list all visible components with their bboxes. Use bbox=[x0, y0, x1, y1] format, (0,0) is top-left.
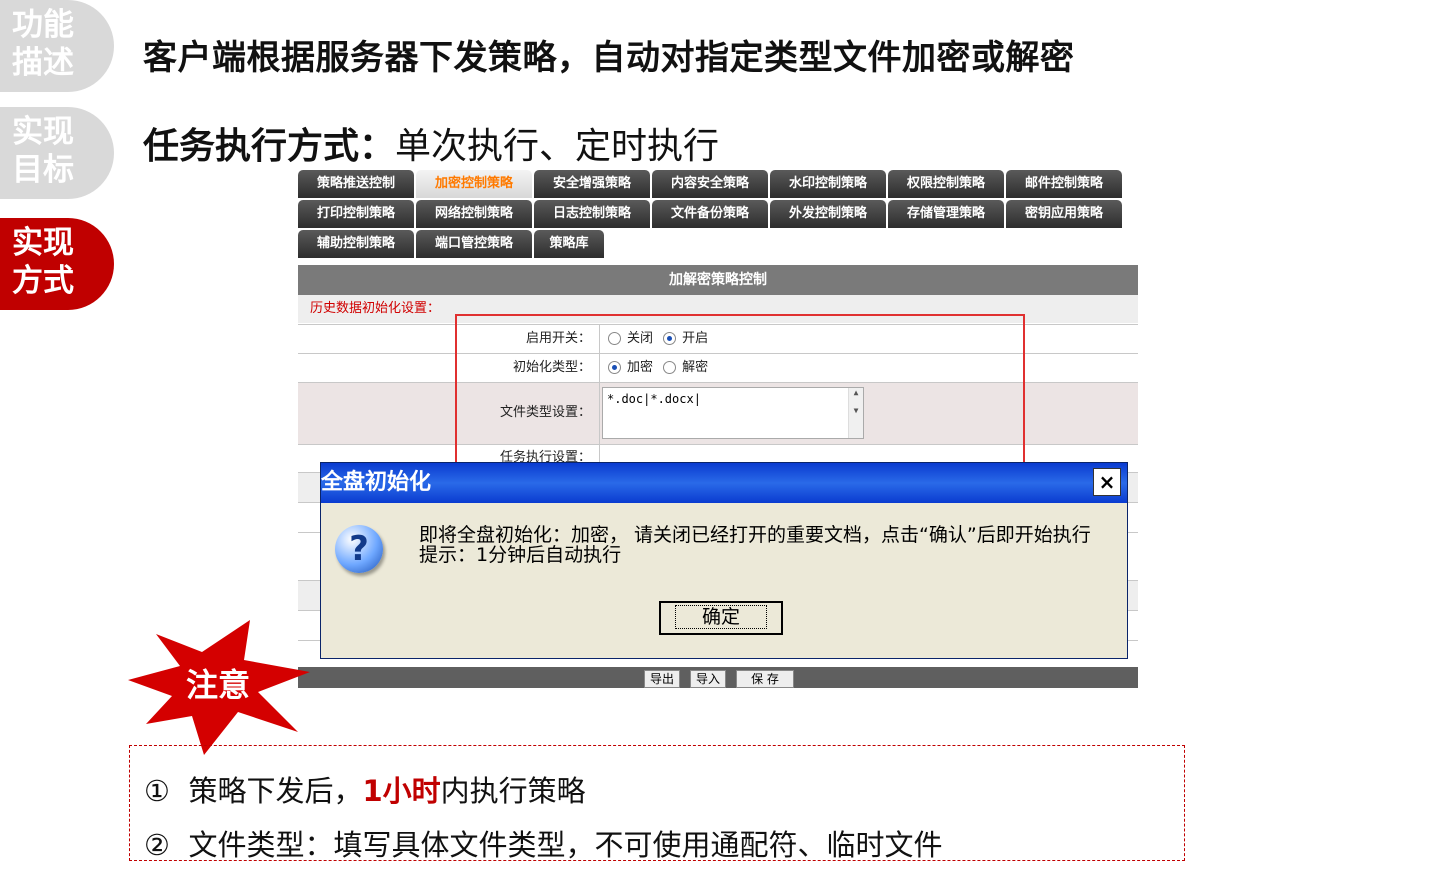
note-text: 文件类型：填写具体文件类型，不可使用通配符、临时文件 bbox=[188, 828, 943, 862]
side-tab-goal[interactable]: 实现 目标 bbox=[0, 107, 114, 199]
tab-policy-lib[interactable]: 策略库 bbox=[534, 230, 604, 258]
side-tab-label: 实现 bbox=[12, 114, 74, 150]
tab-network[interactable]: 网络控制策略 bbox=[416, 200, 532, 228]
export-button[interactable]: 导出 bbox=[644, 670, 680, 688]
side-tab-label: 目标 bbox=[12, 152, 74, 188]
tab-auxiliary[interactable]: 辅助控制策略 bbox=[298, 230, 414, 258]
highlight-box bbox=[455, 314, 1025, 469]
tab-mail[interactable]: 邮件控制策略 bbox=[1006, 170, 1122, 198]
note-text: 策略下发后， bbox=[188, 774, 363, 808]
tab-log[interactable]: 日志控制策略 bbox=[534, 200, 650, 228]
tab-print[interactable]: 打印控制策略 bbox=[298, 200, 414, 228]
note-num: ① bbox=[144, 774, 170, 808]
side-tab-function[interactable]: 功能 描述 bbox=[0, 0, 114, 92]
side-tab-label: 方式 bbox=[12, 263, 74, 299]
note-num: ② bbox=[144, 828, 170, 862]
tab-row-2: 打印控制策略 网络控制策略 日志控制策略 文件备份策略 外发控制策略 存储管理策… bbox=[298, 200, 1122, 228]
dialog-title: 全盘初始化 bbox=[321, 463, 1127, 503]
dialog-message-line1: 即将全盘初始化：加密， 请关闭已经打开的重要文档，点击“确认”后即开始执行 bbox=[419, 524, 1091, 546]
panel-title: 加解密策略控制 bbox=[298, 265, 1138, 295]
dialog-message-line2: 提示：1分钟后自动执行 bbox=[419, 544, 622, 566]
exec-mode-label: 任务执行方式： bbox=[143, 126, 396, 167]
side-tab-method[interactable]: 实现 方式 bbox=[0, 218, 114, 310]
side-tab-label: 实现 bbox=[12, 225, 74, 261]
tab-key-apply[interactable]: 密钥应用策略 bbox=[1006, 200, 1122, 228]
note-highlight: 1小时 bbox=[362, 774, 441, 808]
tab-permission[interactable]: 权限控制策略 bbox=[888, 170, 1004, 198]
page-title: 客户端根据服务器下发策略，自动对指定类型文件加密或解密 bbox=[143, 38, 1075, 78]
note-box: ① 策略下发后，1小时内执行策略 ② 文件类型：填写具体文件类型，不可使用通配符… bbox=[129, 745, 1185, 864]
tab-watermark[interactable]: 水印控制策略 bbox=[770, 170, 886, 198]
tab-outbound[interactable]: 外发控制策略 bbox=[770, 200, 886, 228]
tab-row-1: 策略推送控制 加密控制策略 安全增强策略 内容安全策略 水印控制策略 权限控制策… bbox=[298, 170, 1122, 198]
ok-button[interactable]: 确定 bbox=[659, 601, 783, 635]
action-bar: 导出 导入 保 存 bbox=[298, 667, 1138, 688]
note-badge-label: 注意 bbox=[186, 667, 250, 703]
tab-encrypt-control[interactable]: 加密控制策略 bbox=[416, 170, 532, 198]
note-item-2: ② 文件类型：填写具体文件类型，不可使用通配符、临时文件 bbox=[144, 822, 942, 864]
tab-storage[interactable]: 存储管理策略 bbox=[888, 200, 1004, 228]
exec-mode: 任务执行方式：单次执行、定时执行 bbox=[143, 117, 719, 169]
ok-button-label: 确定 bbox=[674, 605, 767, 629]
note-star-badge: 注意 bbox=[128, 620, 310, 755]
tab-policy-push[interactable]: 策略推送控制 bbox=[298, 170, 414, 198]
dialog-message: 即将全盘初始化：加密， 请关闭已经打开的重要文档，点击“确认”后即开始执行 提示… bbox=[419, 525, 1091, 565]
side-tab-label: 功能 bbox=[12, 7, 74, 43]
tab-port[interactable]: 端口管控策略 bbox=[416, 230, 532, 258]
exec-mode-value: 单次执行、定时执行 bbox=[395, 126, 720, 167]
tab-backup[interactable]: 文件备份策略 bbox=[652, 200, 768, 228]
save-button[interactable]: 保 存 bbox=[736, 670, 794, 688]
import-button[interactable]: 导入 bbox=[690, 670, 726, 688]
tab-content-security[interactable]: 内容安全策略 bbox=[652, 170, 768, 198]
note-item-1: ① 策略下发后，1小时内执行策略 bbox=[144, 768, 586, 810]
note-text: 内执行策略 bbox=[440, 774, 586, 808]
tab-row-3: 辅助控制策略 端口管控策略 策略库 bbox=[298, 230, 604, 258]
close-icon[interactable]: × bbox=[1093, 468, 1121, 496]
init-dialog: 全盘初始化 × ? 即将全盘初始化：加密， 请关闭已经打开的重要文档，点击“确认… bbox=[320, 462, 1128, 659]
question-icon: ? bbox=[335, 525, 383, 573]
side-tab-label: 描述 bbox=[12, 45, 74, 81]
tab-security-enhance[interactable]: 安全增强策略 bbox=[534, 170, 650, 198]
